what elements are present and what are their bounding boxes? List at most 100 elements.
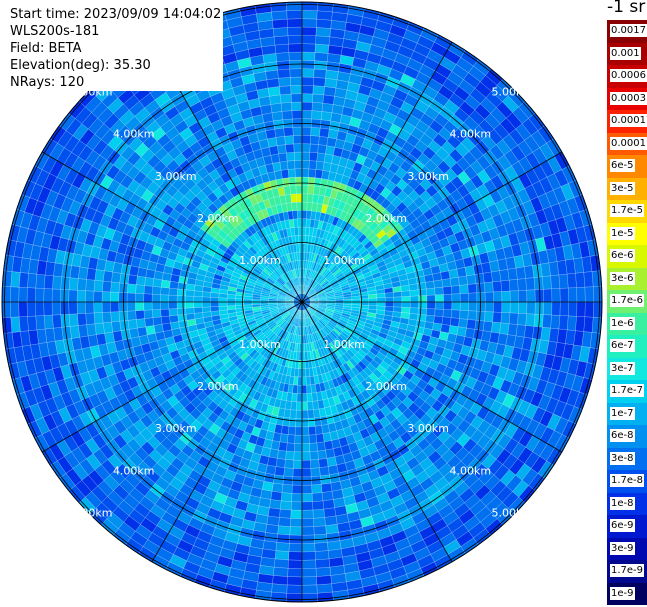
range-bin <box>296 193 303 203</box>
colorbar-segment: 6e-6 <box>607 245 647 268</box>
range-bin <box>161 322 172 332</box>
range-bin <box>18 286 28 303</box>
range-bin <box>301 443 311 453</box>
range-bin <box>313 68 327 79</box>
range-bin <box>458 318 468 329</box>
range-bin <box>426 287 436 296</box>
range-bin <box>418 295 428 303</box>
range-ring-label: 2.00km <box>365 212 407 225</box>
range-bin <box>280 93 292 104</box>
range-bin <box>292 468 303 478</box>
range-bin <box>493 291 503 303</box>
range-bin <box>417 282 427 290</box>
range-bin <box>297 210 303 219</box>
range-bin <box>273 27 289 37</box>
range-bin <box>218 297 228 303</box>
range-bin <box>290 193 297 203</box>
range-bin <box>301 126 312 136</box>
range-bin <box>293 218 299 228</box>
colorbar-segment: 0.0017 <box>607 20 647 43</box>
range-bin <box>450 285 461 295</box>
range-bin <box>145 325 156 336</box>
range-bin <box>168 294 178 303</box>
range-bin <box>68 277 79 291</box>
range-bin <box>289 409 297 419</box>
range-bin <box>280 492 293 502</box>
range-bin <box>534 301 544 315</box>
range-bin <box>85 290 95 303</box>
range-bin <box>177 314 187 322</box>
range-bin <box>301 559 317 569</box>
range-bin <box>322 432 332 443</box>
range-bin <box>311 102 324 112</box>
range-bin <box>417 307 428 316</box>
range-bin <box>201 296 211 303</box>
range-ring-label: 1.00km <box>239 338 281 351</box>
range-bin <box>551 288 561 303</box>
range-bin <box>152 286 162 295</box>
range-ring-label: 5.00km <box>492 506 534 519</box>
range-bin <box>449 277 460 287</box>
range-bin <box>18 301 28 318</box>
range-ring-label: 3.00km <box>155 422 197 435</box>
range-bin <box>144 317 155 327</box>
range-bin <box>160 308 170 318</box>
colorbar-tick-label: 6e-6 <box>610 249 635 262</box>
range-bin <box>308 434 318 444</box>
range-bin <box>314 425 324 435</box>
colorbar-tick-label: 3e-8 <box>610 451 635 465</box>
range-bin <box>210 297 219 303</box>
range-bin <box>35 273 46 289</box>
range-bin <box>543 301 553 316</box>
range-bin <box>301 493 313 503</box>
range-bin <box>309 442 318 452</box>
range-bin <box>102 270 113 283</box>
range-bin <box>308 160 318 170</box>
range-bin <box>185 307 195 315</box>
range-bin <box>307 185 315 195</box>
colorbar-tick-label: 6e-7 <box>610 339 635 352</box>
colorbar-segment: 1e-5 <box>607 222 647 245</box>
colorbar-tick-label: 1.7e-7 <box>610 384 645 397</box>
range-bin <box>94 322 105 335</box>
colorbar-segment: 1.7e-9 <box>607 560 647 583</box>
range-bin <box>301 168 310 178</box>
range-bin <box>289 534 303 544</box>
range-bin <box>269 94 282 105</box>
colorbar-segment: 1e-9 <box>607 582 647 605</box>
range-bin <box>288 417 297 428</box>
range-bin <box>185 289 195 297</box>
range-bin <box>312 509 325 519</box>
range-bin <box>279 85 292 95</box>
colorbar-segment: 1e-8 <box>607 492 647 515</box>
range-ring-label: 4.00km <box>449 464 491 477</box>
range-bin <box>311 492 324 502</box>
range-bin <box>160 286 170 296</box>
range-bin <box>118 301 128 312</box>
colorbar-tick-label: 1.7e-8 <box>610 474 645 487</box>
range-bin <box>289 68 303 78</box>
range-ring-label: 5.00km <box>492 86 534 99</box>
range-bin <box>301 543 316 553</box>
range-bin <box>160 294 170 303</box>
range-bin <box>301 185 309 194</box>
range-bin <box>283 467 294 477</box>
range-bin <box>484 281 494 293</box>
range-bin <box>271 10 288 21</box>
range-bin <box>286 584 303 594</box>
colorbar-tick-label: 3e-9 <box>610 541 635 555</box>
range-bin <box>408 283 419 291</box>
range-bin <box>291 484 303 494</box>
range-bin <box>576 301 586 318</box>
range-bin <box>492 280 502 293</box>
range-bin <box>273 567 289 577</box>
range-bin <box>316 10 333 21</box>
range-bin <box>168 287 178 296</box>
range-bin <box>26 287 36 303</box>
range-bin <box>499 269 510 282</box>
range-bin <box>301 468 312 478</box>
range-bin <box>440 270 451 281</box>
range-bin <box>274 550 290 561</box>
range-bin <box>295 418 303 428</box>
range-bin <box>499 322 510 335</box>
